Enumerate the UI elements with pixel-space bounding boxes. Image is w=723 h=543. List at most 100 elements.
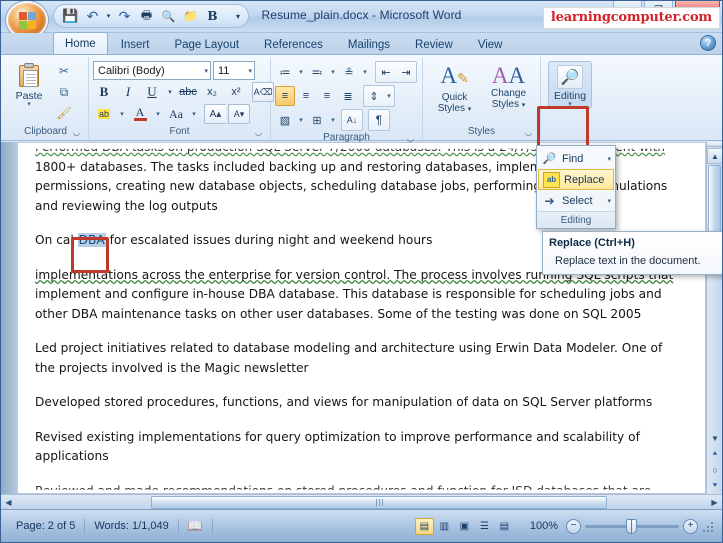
menu-item-find[interactable]: 🔎 Find ▾ bbox=[537, 148, 615, 169]
print-layout-view-button[interactable]: ▤ bbox=[414, 517, 434, 535]
word-count-indicator[interactable]: Words: 1/1,049 bbox=[85, 520, 177, 532]
scroll-left-button[interactable]: ◀ bbox=[1, 495, 16, 510]
highlight-caret-icon[interactable]: ▾ bbox=[117, 104, 127, 124]
open-icon[interactable]: 📁 bbox=[180, 6, 201, 26]
shrink-font-button[interactable]: A▾ bbox=[228, 104, 250, 124]
font-name-combobox[interactable]: Calibri (Body) ▾ bbox=[93, 61, 211, 80]
save-icon[interactable]: 💾 bbox=[60, 6, 81, 26]
select-browse-object-button[interactable]: ○ bbox=[707, 462, 722, 478]
multilevel-list-button[interactable]: ≗ bbox=[339, 62, 359, 82]
shading-caret-icon[interactable]: ▾ bbox=[296, 110, 306, 130]
tab-references[interactable]: References bbox=[252, 34, 335, 54]
quick-styles-button[interactable]: A✎ Quick Styles ▾ bbox=[429, 61, 481, 115]
bullets-button[interactable]: ≔ bbox=[275, 62, 295, 82]
borders-caret-icon[interactable]: ▾ bbox=[328, 110, 338, 130]
draft-view-button[interactable]: ▤ bbox=[495, 518, 514, 535]
undo-dropdown-caret-icon[interactable]: ▾ bbox=[104, 6, 113, 26]
document-splitter-handle[interactable] bbox=[707, 142, 722, 147]
align-center-button[interactable]: ≡ bbox=[296, 86, 316, 106]
paste-button[interactable]: Paste ▾ bbox=[7, 61, 51, 108]
change-styles-button[interactable]: AA Change Styles ▾ bbox=[483, 61, 535, 111]
clipboard-dialog-launcher-icon[interactable]: ◡ bbox=[71, 127, 82, 138]
proofing-errors-icon[interactable]: 📖 bbox=[179, 519, 212, 533]
line-spacing-caret-icon[interactable]: ▾ bbox=[384, 86, 394, 106]
tab-home[interactable]: Home bbox=[53, 32, 108, 54]
zoom-slider-track[interactable] bbox=[585, 518, 679, 534]
zoom-out-button[interactable]: − bbox=[566, 518, 581, 534]
line-spacing-button[interactable]: ⇕ bbox=[364, 86, 384, 106]
quick-styles-caret-icon[interactable]: ▾ bbox=[468, 106, 472, 113]
editing-button[interactable]: 🔎 Editing ▾ bbox=[548, 61, 592, 109]
numbering-caret-icon[interactable]: ▾ bbox=[328, 62, 338, 82]
help-icon[interactable]: ? bbox=[700, 35, 716, 51]
editing-caret-icon[interactable]: ▾ bbox=[568, 101, 572, 108]
zoom-level-label[interactable]: 100% bbox=[522, 520, 566, 532]
window-resize-grip[interactable] bbox=[702, 519, 716, 533]
scroll-down-button[interactable]: ▼ bbox=[707, 430, 722, 446]
font-size-combobox[interactable]: 11 ▾ bbox=[213, 61, 255, 80]
select-caret-icon[interactable]: ▾ bbox=[607, 197, 611, 205]
vertical-scrollbar[interactable]: ▲ ▼ ⯅ ○ ⯆ bbox=[706, 142, 722, 494]
subscript-button[interactable]: x₂ bbox=[201, 82, 223, 102]
menu-item-select[interactable]: ➔ Select ▾ bbox=[537, 190, 615, 211]
horizontal-scrollbar[interactable]: ◀ ▶ bbox=[1, 494, 722, 509]
change-case-button[interactable]: Aa bbox=[165, 104, 187, 124]
print-icon[interactable]: 🖶 bbox=[136, 6, 157, 26]
font-color-button[interactable]: A bbox=[129, 104, 151, 124]
horizontal-scroll-track[interactable] bbox=[16, 495, 707, 509]
styles-dialog-launcher-icon[interactable]: ◡ bbox=[523, 127, 534, 138]
customize-qat-caret-icon[interactable]: ▾ bbox=[232, 6, 244, 26]
borders-button[interactable]: ⊞ bbox=[307, 110, 327, 130]
text-highlight-color-button[interactable]: ab bbox=[93, 104, 115, 124]
bullets-caret-icon[interactable]: ▾ bbox=[296, 62, 306, 82]
menu-item-replace[interactable]: ab Replace bbox=[538, 169, 614, 190]
strikethrough-button[interactable]: abc bbox=[177, 82, 199, 102]
redo-icon[interactable]: ↷ bbox=[114, 6, 135, 26]
outline-view-button[interactable]: ☰ bbox=[475, 518, 494, 535]
tab-page-layout[interactable]: Page Layout bbox=[162, 34, 251, 54]
justify-button[interactable]: ≣ bbox=[338, 86, 358, 106]
shading-button[interactable]: ▨ bbox=[275, 110, 295, 130]
font-dialog-launcher-icon[interactable]: ◡ bbox=[253, 127, 264, 138]
show-formatting-marks-button[interactable]: ¶ bbox=[369, 110, 389, 130]
format-painter-icon[interactable]: 🖌 bbox=[53, 103, 75, 123]
next-page-button[interactable]: ⯆ bbox=[707, 478, 722, 494]
undo-icon[interactable]: ↶ bbox=[82, 6, 103, 26]
horizontal-scroll-thumb[interactable] bbox=[151, 495, 607, 509]
sort-button[interactable]: A↓ bbox=[342, 110, 362, 130]
align-left-button[interactable]: ≡ bbox=[275, 86, 295, 106]
page-indicator[interactable]: Page: 2 of 5 bbox=[7, 520, 84, 532]
font-color-caret-icon[interactable]: ▾ bbox=[153, 104, 163, 124]
decrease-indent-button[interactable]: ⇤ bbox=[376, 62, 396, 82]
tab-view[interactable]: View bbox=[466, 34, 515, 54]
increase-indent-button[interactable]: ⇥ bbox=[396, 62, 416, 82]
cut-icon[interactable]: ✂ bbox=[53, 61, 75, 81]
underline-button[interactable]: U bbox=[141, 82, 163, 102]
underline-caret-icon[interactable]: ▾ bbox=[165, 82, 175, 102]
previous-page-button[interactable]: ⯅ bbox=[707, 446, 722, 462]
scroll-up-button[interactable]: ▲ bbox=[707, 148, 722, 164]
zoom-slider-thumb[interactable] bbox=[626, 518, 637, 534]
multilevel-caret-icon[interactable]: ▾ bbox=[360, 62, 370, 82]
full-screen-reading-view-button[interactable]: ▥ bbox=[435, 518, 454, 535]
bold-quick-icon[interactable]: B bbox=[202, 6, 223, 26]
web-layout-view-button[interactable]: ▣ bbox=[455, 518, 474, 535]
tab-review[interactable]: Review bbox=[403, 34, 465, 54]
selected-word-dba[interactable]: DBA bbox=[77, 233, 106, 247]
find-caret-icon[interactable]: ▾ bbox=[607, 155, 611, 163]
change-case-caret-icon[interactable]: ▾ bbox=[189, 104, 199, 124]
print-preview-icon[interactable]: 🔍 bbox=[158, 6, 179, 26]
copy-icon[interactable]: ⧉ bbox=[53, 82, 75, 102]
numbering-button[interactable]: ≕ bbox=[307, 62, 327, 82]
grow-font-button[interactable]: A▴ bbox=[204, 104, 226, 124]
tab-mailings[interactable]: Mailings bbox=[336, 34, 402, 54]
change-styles-caret-icon[interactable]: ▾ bbox=[522, 102, 526, 109]
tab-insert[interactable]: Insert bbox=[109, 34, 162, 54]
italic-button[interactable]: I bbox=[117, 82, 139, 102]
paste-caret-icon[interactable]: ▾ bbox=[27, 101, 31, 108]
superscript-button[interactable]: x² bbox=[225, 82, 247, 102]
zoom-in-button[interactable]: + bbox=[683, 518, 698, 534]
bold-button[interactable]: B bbox=[93, 82, 115, 102]
scroll-right-button[interactable]: ▶ bbox=[707, 495, 722, 510]
align-right-button[interactable]: ≡ bbox=[317, 86, 337, 106]
